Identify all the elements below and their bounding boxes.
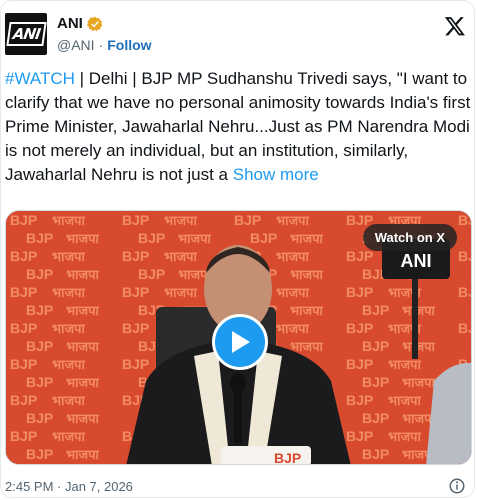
tweet-header: ANI ANI @ANI · Follow xyxy=(5,13,470,57)
account-name[interactable]: ANI xyxy=(57,15,83,32)
tweet-card: ANI ANI @ANI · Follow #WATCH | Delhi | B… xyxy=(0,0,475,498)
separator-dot: · xyxy=(98,37,104,53)
follow-button[interactable]: Follow xyxy=(107,37,151,53)
verified-badge-icon xyxy=(86,16,103,31)
tweet-text: #WATCH | Delhi | BJP MP Sudhanshu Trived… xyxy=(5,67,471,187)
account-handle[interactable]: @ANI xyxy=(57,37,95,53)
x-logo-icon[interactable] xyxy=(444,15,466,37)
avatar-logo: ANI xyxy=(5,22,47,46)
podium-label: BJP xyxy=(274,450,301,465)
hashtag-link[interactable]: #WATCH xyxy=(5,69,75,88)
watch-on-x-button[interactable]: Watch on X xyxy=(362,224,457,251)
handle-row: @ANI · Follow xyxy=(57,37,152,53)
show-more-link[interactable]: Show more xyxy=(233,165,319,184)
play-button[interactable] xyxy=(212,314,268,370)
account-name-row: ANI xyxy=(57,15,103,32)
video-player[interactable]: BJP भाजपा भाजपा भाजपा BJP ANI xyxy=(5,210,472,465)
timestamp[interactable]: 2:45 PM · Jan 7, 2026 xyxy=(5,479,133,494)
play-icon xyxy=(232,331,250,353)
mic-label: ANI xyxy=(401,251,432,271)
info-icon[interactable] xyxy=(448,477,466,495)
avatar[interactable]: ANI xyxy=(5,13,47,55)
